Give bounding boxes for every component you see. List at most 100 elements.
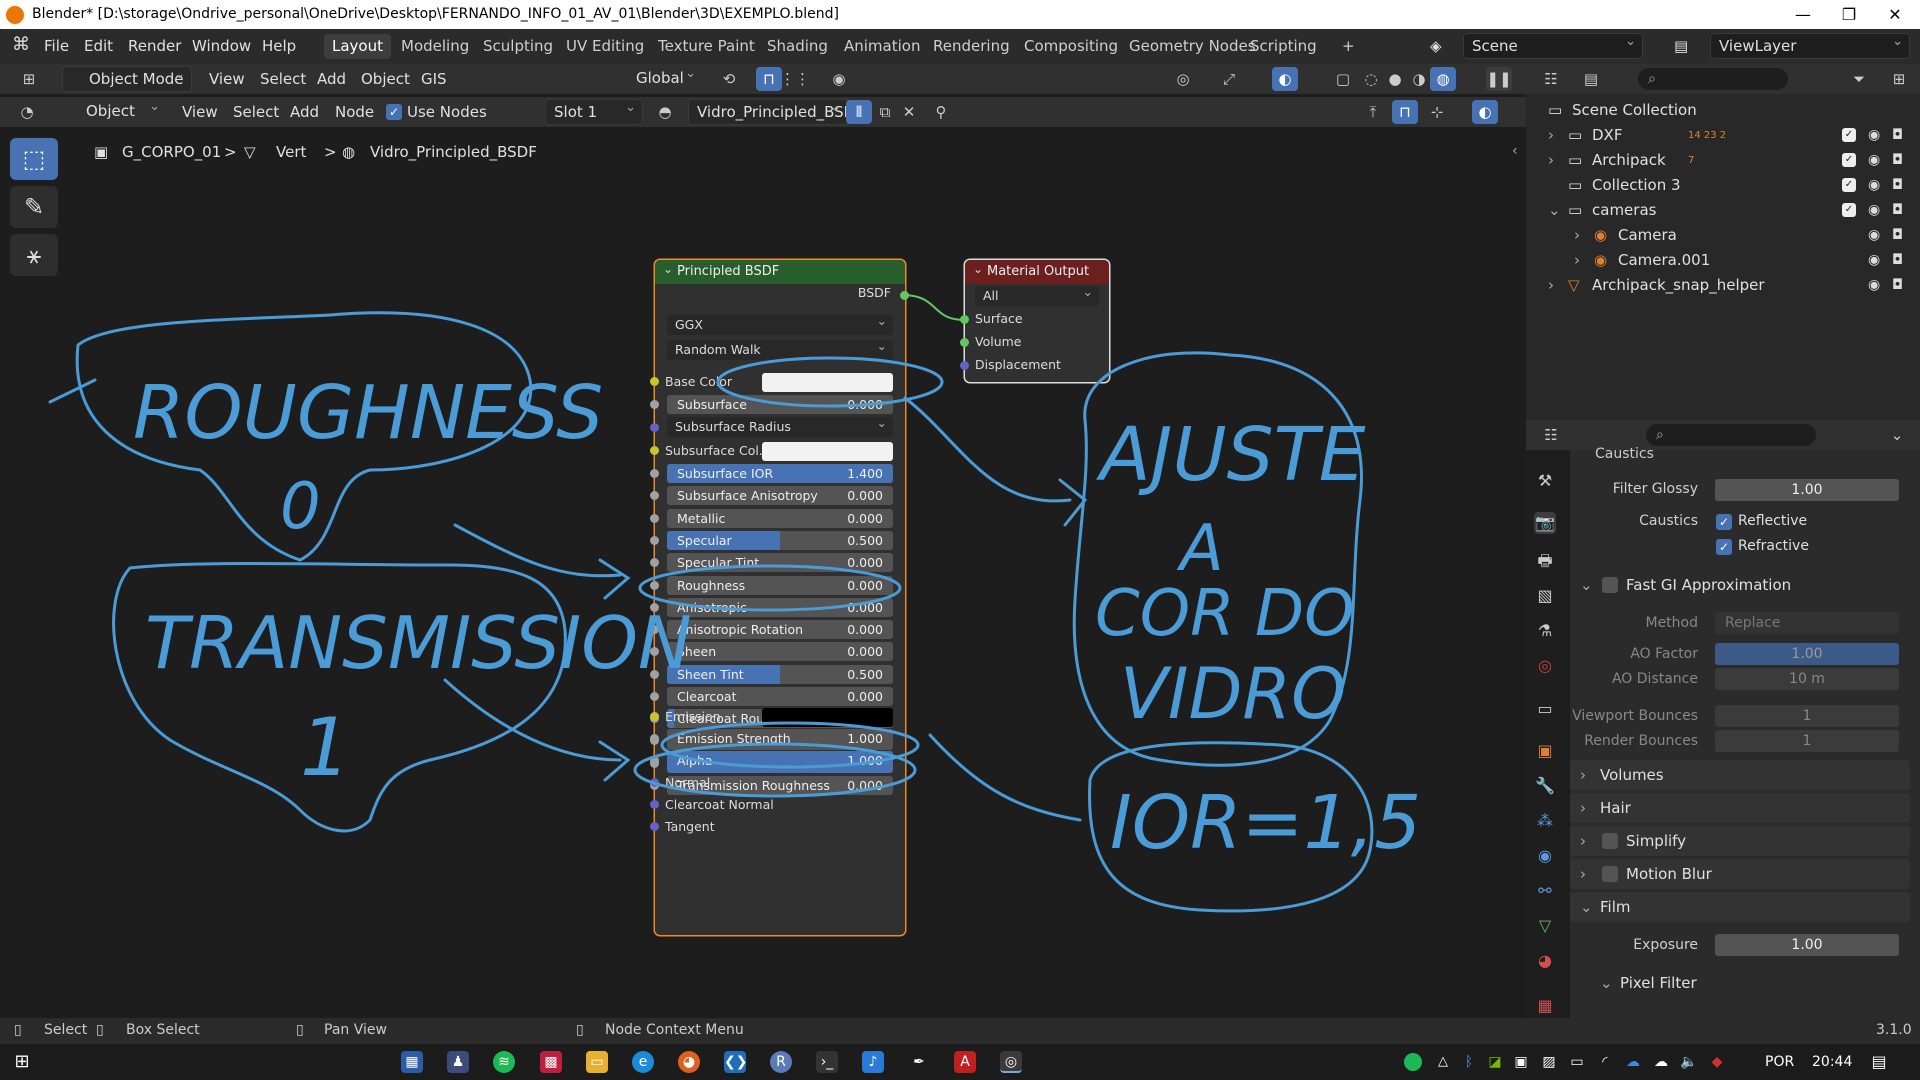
outliner-item-archipack[interactable]: › ▭ Archipack 7 ✓ ◉ ◘ bbox=[1526, 148, 1920, 173]
outliner-item-archipack-snap-helper[interactable]: › ▽ Archipack_snap_helper ◉ ◘ bbox=[1526, 273, 1920, 298]
method-dropdown[interactable]: Replace bbox=[1715, 612, 1899, 634]
eye-icon[interactable]: ◉ bbox=[1868, 198, 1880, 223]
volumes-section[interactable]: › Volumes bbox=[1570, 760, 1910, 790]
scene-tab-icon[interactable]: ⚗ bbox=[1534, 620, 1556, 642]
expand-chevron-icon[interactable]: › bbox=[1574, 223, 1580, 248]
material-tab-icon[interactable]: ◕ bbox=[1534, 950, 1556, 972]
eye-icon[interactable]: ◉ bbox=[1868, 173, 1880, 198]
battery-icon[interactable]: ▭ bbox=[1566, 1051, 1588, 1073]
motion-blur-checkbox[interactable] bbox=[1602, 866, 1618, 882]
outliner-item-camera[interactable]: › ◉ Camera ◉ ◘ bbox=[1526, 223, 1920, 248]
viewport-bounces-field[interactable]: 1 bbox=[1715, 705, 1899, 727]
eye-icon[interactable]: ◉ bbox=[1868, 248, 1880, 273]
render-camera-icon[interactable]: ◘ bbox=[1892, 273, 1903, 298]
exclude-checkbox[interactable]: ✓ bbox=[1842, 153, 1856, 167]
eye-icon[interactable]: ◉ bbox=[1868, 148, 1880, 173]
expand-chevron-icon[interactable]: › bbox=[1574, 248, 1580, 273]
data-tab-icon[interactable]: ▽ bbox=[1534, 915, 1556, 937]
windows-start-icon[interactable]: ⊞ bbox=[11, 1051, 33, 1073]
outliner-item-cameras[interactable]: ⌄ ▭ cameras ✓ ◉ ◘ bbox=[1526, 198, 1920, 223]
modifier-tab-icon[interactable]: 🔧 bbox=[1534, 775, 1556, 797]
filter-glossy-field[interactable]: 1.00 bbox=[1715, 479, 1899, 501]
display-mode-icon[interactable]: ▤ bbox=[1578, 67, 1604, 91]
eye-icon[interactable]: ◉ bbox=[1868, 123, 1880, 148]
outliner-item-scene-collection[interactable]: ▭ Scene Collection bbox=[1526, 98, 1920, 123]
reflective-checkbox[interactable]: ✓ bbox=[1716, 514, 1732, 530]
exclude-checkbox[interactable]: ✓ bbox=[1842, 178, 1856, 192]
particles-tab-icon[interactable]: ⁂ bbox=[1534, 810, 1556, 832]
terminal-icon[interactable]: ›_ bbox=[816, 1051, 838, 1073]
outliner-item-dxf[interactable]: › ▭ DXF 14 23 2 ✓ ◉ ◘ bbox=[1526, 123, 1920, 148]
exclude-checkbox[interactable]: ✓ bbox=[1842, 128, 1856, 142]
bluetooth-icon[interactable]: ᛒ bbox=[1458, 1051, 1480, 1073]
edge-icon[interactable]: e bbox=[632, 1051, 654, 1073]
tray-photos-icon[interactable]: ▨ bbox=[1538, 1051, 1560, 1073]
onedrive-icon[interactable]: ☁ bbox=[1622, 1051, 1644, 1073]
simplify-checkbox[interactable] bbox=[1602, 833, 1618, 849]
output-tab-icon[interactable]: 🖶 bbox=[1534, 550, 1556, 572]
render-camera-icon[interactable]: ◘ bbox=[1892, 123, 1903, 148]
eye-icon[interactable]: ◉ bbox=[1868, 223, 1880, 248]
file-explorer-icon[interactable]: ▭ bbox=[586, 1051, 608, 1073]
render-camera-icon[interactable]: ◘ bbox=[1892, 248, 1903, 273]
input-language[interactable]: POR bbox=[1765, 1054, 1794, 1070]
outliner-editor-type-icon[interactable]: ☷ bbox=[1538, 67, 1564, 91]
view-layer-tab-icon[interactable]: ▧ bbox=[1534, 585, 1556, 607]
motion-blur-section[interactable]: › Motion Blur bbox=[1570, 859, 1910, 889]
render-camera-icon[interactable]: ◘ bbox=[1892, 223, 1903, 248]
ao-factor-field[interactable]: 1.00 bbox=[1715, 643, 1899, 665]
simplify-section[interactable]: › Simplify bbox=[1570, 826, 1910, 856]
blue-app-icon[interactable]: ♪ bbox=[862, 1051, 884, 1073]
object-tab-icon[interactable]: ▣ bbox=[1534, 740, 1556, 762]
pixel-filter-section[interactable]: ⌄ Pixel Filter bbox=[1590, 968, 1910, 998]
expand-chevron-icon[interactable]: › bbox=[1548, 148, 1554, 173]
constraints-tab-icon[interactable]: ⚯ bbox=[1534, 880, 1556, 902]
outliner-item-collection-3[interactable]: ▭ Collection 3 ✓ ◉ ◘ bbox=[1526, 173, 1920, 198]
refractive-checkbox[interactable]: ✓ bbox=[1716, 539, 1732, 555]
eye-icon[interactable]: ◉ bbox=[1868, 273, 1880, 298]
new-collection-icon[interactable]: ⊞ bbox=[1886, 67, 1912, 91]
blender-taskbar-icon[interactable]: ◎ bbox=[1000, 1051, 1022, 1073]
properties-options-icon[interactable]: ⌄ bbox=[1884, 423, 1910, 447]
tool-tab-icon[interactable]: ⚒ bbox=[1534, 470, 1556, 492]
render-camera-icon[interactable]: ◘ bbox=[1892, 148, 1903, 173]
physics-tab-icon[interactable]: ◉ bbox=[1534, 845, 1556, 867]
outliner-search-input[interactable]: ⌕ bbox=[1638, 68, 1788, 90]
nvidia-icon[interactable]: ◪ bbox=[1484, 1051, 1506, 1073]
outliner-item-camera-001[interactable]: › ◉ Camera.001 ◉ ◘ bbox=[1526, 248, 1920, 273]
fast-gi-section[interactable]: ⌄ Fast GI Approximation bbox=[1570, 570, 1910, 600]
wifi-icon[interactable]: ◜ bbox=[1594, 1051, 1616, 1073]
fast-gi-checkbox[interactable] bbox=[1602, 577, 1618, 593]
render-bounces-field[interactable]: 1 bbox=[1715, 730, 1899, 752]
expand-chevron-icon[interactable]: › bbox=[1548, 273, 1554, 298]
contacts-icon[interactable]: ♟ bbox=[447, 1051, 469, 1073]
antivirus-icon[interactable]: ◆ bbox=[1706, 1051, 1728, 1073]
tray-drive-icon[interactable]: △ bbox=[1432, 1051, 1454, 1073]
sidebar-toggle-icon[interactable]: ‹ bbox=[1512, 143, 1518, 159]
expand-chevron-icon[interactable]: › bbox=[1548, 123, 1554, 148]
caustics-subheader[interactable]: Caustics bbox=[1595, 446, 1654, 462]
spotify-icon[interactable]: ≋ bbox=[493, 1051, 515, 1073]
mosaic-app-icon[interactable]: ▩ bbox=[540, 1051, 562, 1073]
acrobat-icon[interactable]: A bbox=[954, 1051, 976, 1073]
volume-icon[interactable]: 🔈 bbox=[1678, 1051, 1700, 1073]
render-tab-icon[interactable]: 📷 bbox=[1534, 512, 1556, 534]
world-tab-icon[interactable]: ◎ bbox=[1534, 655, 1556, 677]
tray-app-icon[interactable]: ▣ bbox=[1510, 1051, 1532, 1073]
r-icon[interactable]: R bbox=[770, 1051, 792, 1073]
firefox-icon[interactable]: ◕ bbox=[678, 1051, 700, 1073]
onedrive-personal-icon[interactable]: ☁ bbox=[1650, 1051, 1672, 1073]
render-camera-icon[interactable]: ◘ bbox=[1892, 173, 1903, 198]
store-icon[interactable]: ▦ bbox=[401, 1051, 423, 1073]
collection-tab-icon[interactable]: ▭ bbox=[1534, 698, 1556, 720]
notification-icon[interactable]: ▤ bbox=[1868, 1051, 1890, 1073]
filter-icon[interactable]: ⏷ bbox=[1846, 67, 1872, 91]
clock-time[interactable]: 20:44 bbox=[1812, 1054, 1852, 1070]
properties-search-input[interactable]: ⌕ bbox=[1646, 424, 1816, 446]
expand-chevron-icon[interactable]: ⌄ bbox=[1548, 198, 1561, 223]
vscode-icon[interactable]: ❮❯ bbox=[724, 1051, 747, 1073]
tray-spotify-icon[interactable] bbox=[1404, 1053, 1422, 1071]
film-section[interactable]: ⌄ Film bbox=[1570, 892, 1910, 922]
render-camera-icon[interactable]: ◘ bbox=[1892, 198, 1903, 223]
texture-tab-icon[interactable]: ▦ bbox=[1534, 995, 1556, 1017]
